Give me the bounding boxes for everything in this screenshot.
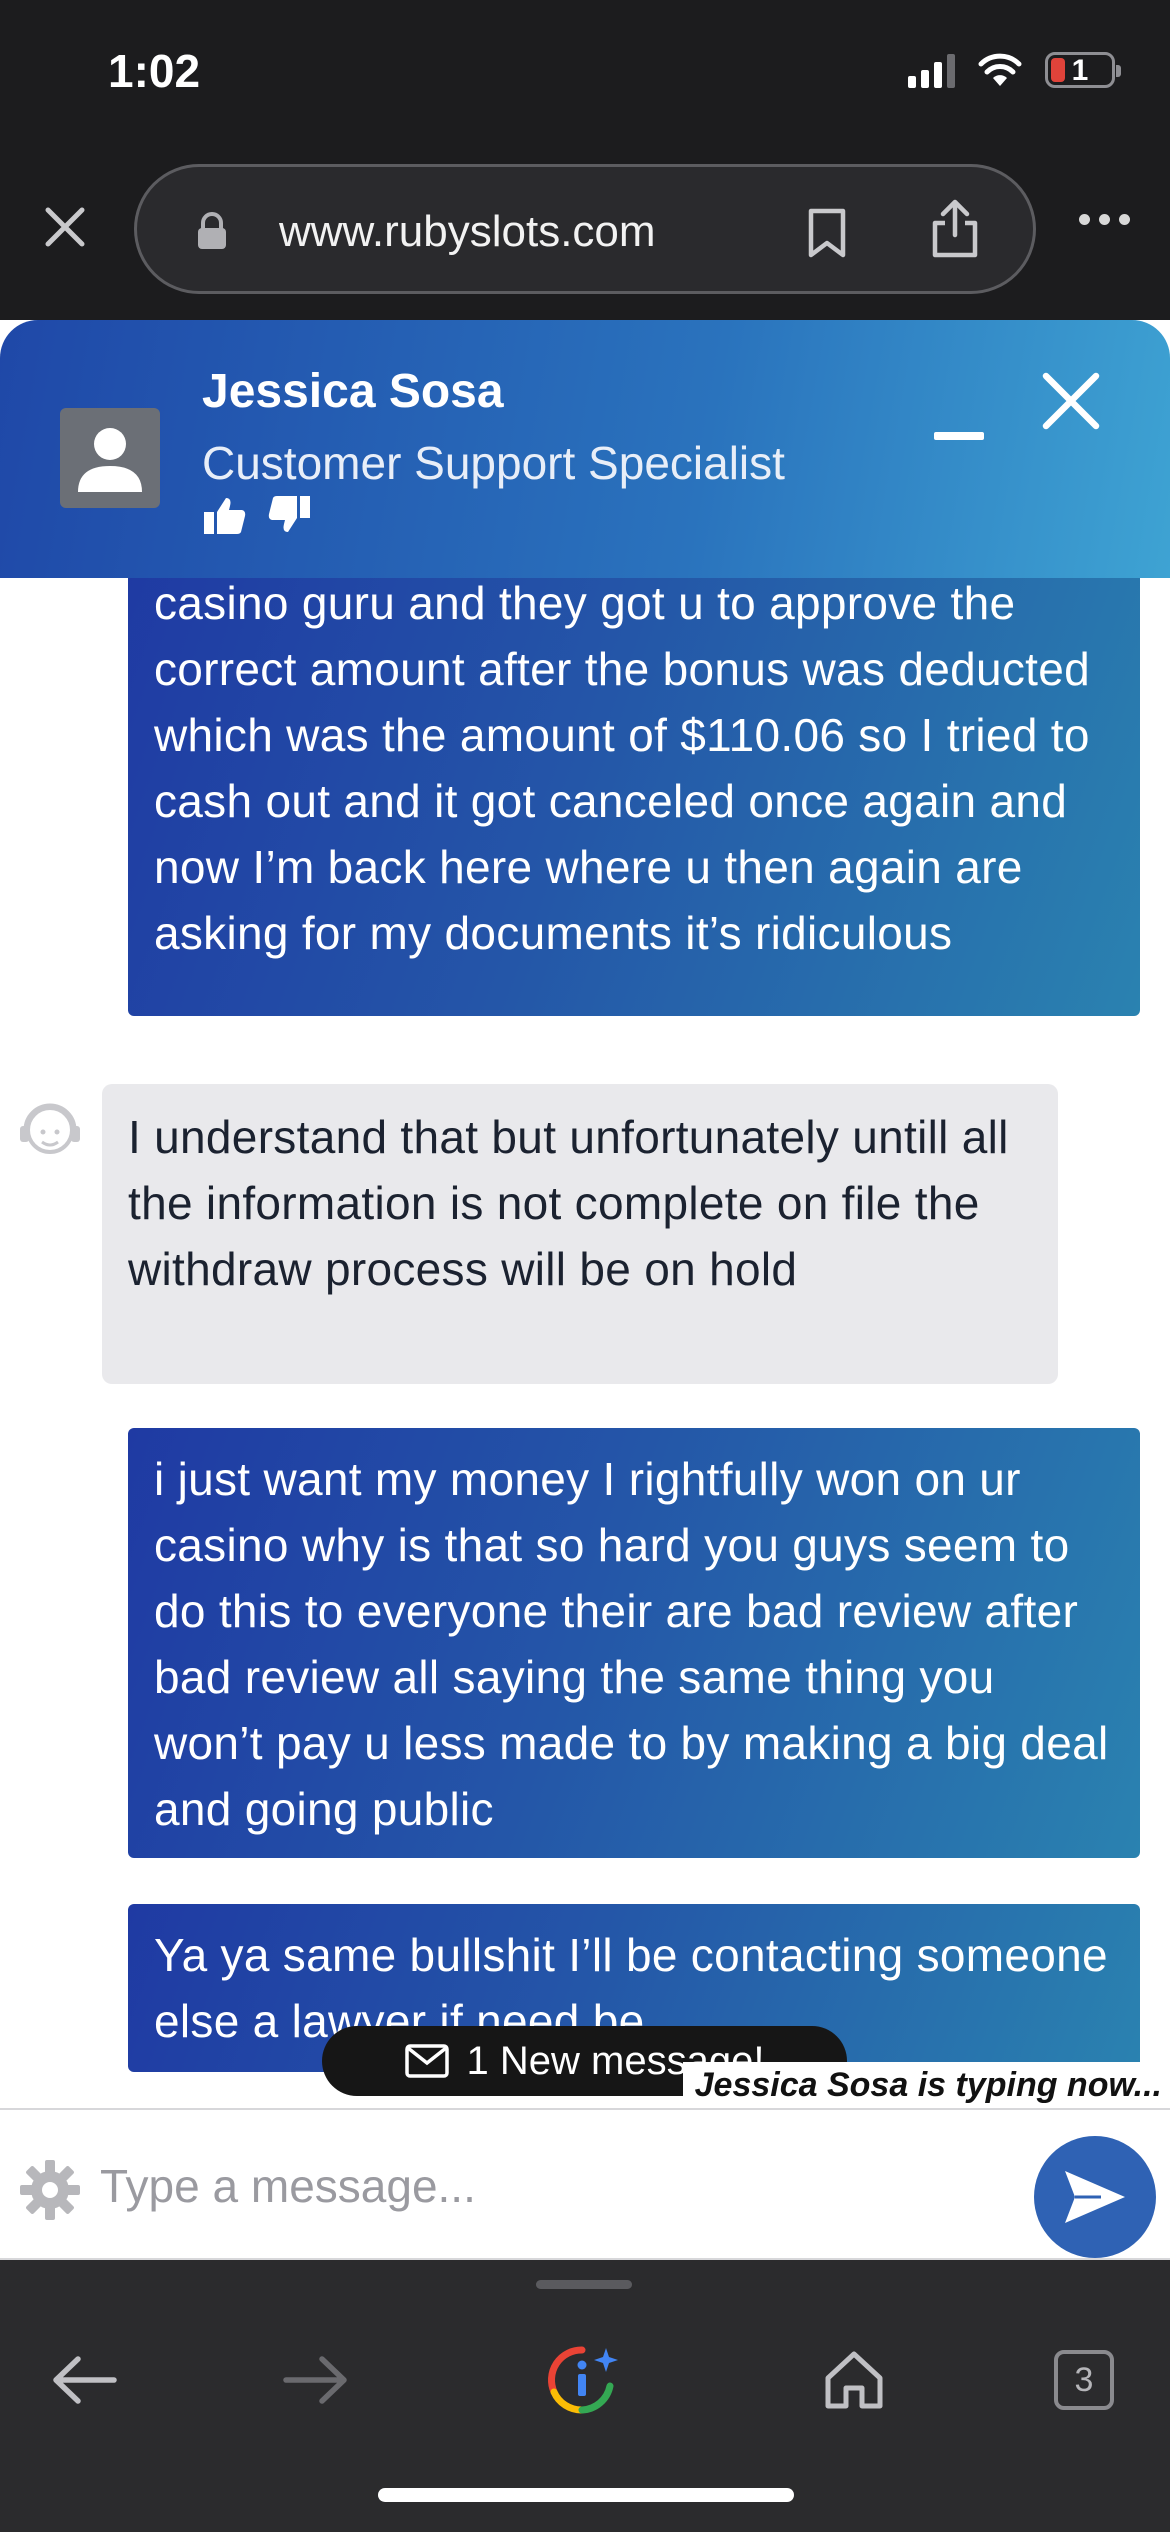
agent-avatar [60, 408, 160, 508]
agent-message: I understand that but unfortunately unti… [102, 1084, 1058, 1384]
user-message: i just want my money I rightfully won on… [128, 1428, 1140, 1858]
url-field[interactable]: www.rubyslots.com [134, 164, 1036, 294]
envelope-icon [404, 2044, 449, 2078]
typing-indicator: Jessica Sosa is typing now... [682, 2062, 1170, 2108]
url-text: www.rubyslots.com [279, 207, 656, 256]
home-icon [825, 2351, 883, 2409]
chat-header: Jessica Sosa Customer Support Specialist [0, 320, 1170, 578]
battery-icon: 1 [1045, 52, 1121, 88]
back-arrow-icon [53, 2356, 117, 2404]
close-tab-icon[interactable] [40, 202, 90, 252]
send-button[interactable] [1034, 2136, 1156, 2258]
cellular-signal-icon [908, 52, 955, 88]
google-lens-button[interactable] [532, 2330, 632, 2430]
person-icon [78, 428, 142, 492]
support-agent-icon [20, 1103, 80, 1154]
close-chat-icon[interactable] [1040, 370, 1102, 432]
status-icons: 1 [908, 52, 1121, 88]
home-indicator[interactable] [378, 2488, 794, 2502]
status-bar: 1:02 1 [0, 0, 1170, 150]
google-discover-icon [548, 2346, 618, 2414]
wifi-icon [978, 53, 1022, 86]
bookmark-icon[interactable] [805, 207, 849, 259]
send-icon [1065, 2171, 1125, 2223]
status-time: 1:02 [108, 45, 201, 97]
user-message: casino guru and they got u to approve th… [128, 578, 1140, 1016]
back-button[interactable] [34, 2330, 134, 2430]
more-options-icon[interactable] [1079, 214, 1130, 225]
message-input[interactable] [100, 2146, 1000, 2226]
rating-buttons [202, 494, 312, 536]
message-composer [0, 2108, 1170, 2260]
lock-icon [198, 212, 226, 249]
share-icon[interactable] [929, 197, 981, 261]
browser-address-bar: www.rubyslots.com [0, 150, 1170, 320]
message-list[interactable]: casino guru and they got u to approve th… [0, 578, 1170, 2108]
forward-button[interactable] [266, 2330, 366, 2430]
agent-name: Jessica Sosa [202, 365, 504, 418]
home-button[interactable] [804, 2330, 904, 2430]
thumbs-up-icon[interactable] [202, 494, 248, 536]
sheet-grabber[interactable] [536, 2280, 632, 2289]
forward-arrow-icon [283, 2356, 347, 2404]
tab-count: 3 [1054, 2350, 1114, 2410]
thumbs-down-icon[interactable] [266, 494, 312, 536]
battery-level: 1 [1071, 54, 1089, 87]
gear-icon[interactable] [18, 2158, 82, 2222]
minimize-icon[interactable] [934, 432, 984, 440]
agent-role: Customer Support Specialist [202, 437, 785, 489]
tabs-button[interactable]: 3 [1034, 2330, 1134, 2430]
